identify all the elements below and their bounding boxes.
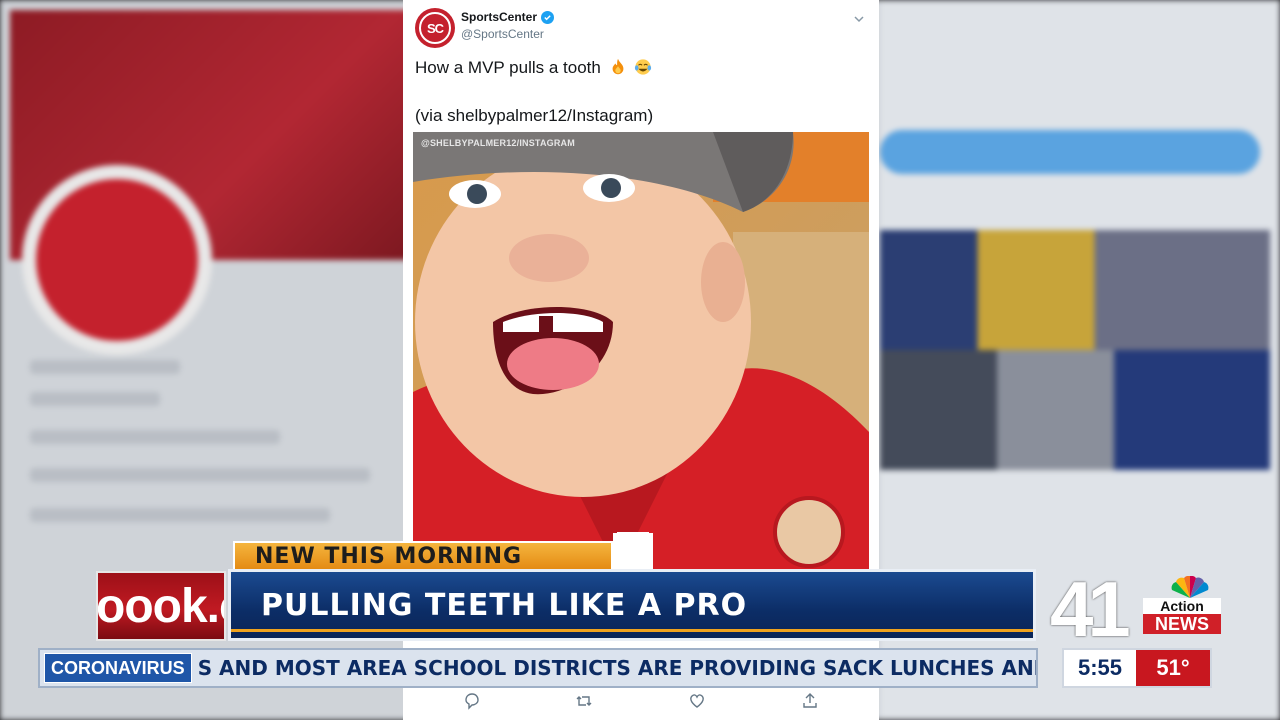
video-frame-image <box>413 132 869 572</box>
station-number: 41 <box>1050 565 1131 653</box>
profile-avatar <box>22 165 212 355</box>
tweet-body: How a MVP pulls a tooth <box>415 58 601 77</box>
station-action-label: Action <box>1143 598 1221 614</box>
like-icon[interactable] <box>688 692 706 710</box>
tweet-text: How a MVP pulls a tooth <box>415 58 652 78</box>
profile-stats-blur <box>30 508 330 522</box>
headline-banner: PULLING TEETH LIKE A PRO <box>228 569 1036 641</box>
verified-badge-icon <box>541 10 555 24</box>
profile-bio-blur <box>30 430 280 444</box>
station-logo: 41 Action NEWS <box>1050 565 1222 653</box>
avatar-logo-text: SC <box>419 12 451 44</box>
station-line2: NEWS <box>1155 613 1209 634</box>
temperature-text: 51° <box>1156 655 1190 680</box>
tweet-action-bar <box>403 690 879 716</box>
tears-of-joy-emoji-icon <box>635 59 652 75</box>
profile-name-blur <box>30 360 180 374</box>
display-name: SportsCenter <box>461 10 538 24</box>
tweet-credit: (via shelbypalmer12/Instagram) <box>415 106 654 125</box>
ticker-text: S AND MOST AREA SCHOOL DISTRICTS ARE PRO… <box>197 656 1036 680</box>
kicker-banner: NEW THIS MORNING <box>233 541 613 569</box>
chevron-down-icon[interactable] <box>853 10 865 29</box>
tweet-video[interactable]: @SHELBYPALMER12/INSTAGRAM <box>413 132 869 572</box>
time-display: 5:55 <box>1064 650 1136 686</box>
signup-button-blur <box>880 130 1260 174</box>
station-line1: Action <box>1160 598 1204 614</box>
profile-meta-blur <box>30 468 370 482</box>
station-news-label: NEWS <box>1143 614 1221 634</box>
tweet-author-handle[interactable]: @SportsCenter <box>461 27 544 41</box>
time-text: 5:55 <box>1077 655 1123 680</box>
news-ticker: CORONAVIRUS S AND MOST AREA SCHOOL DISTR… <box>38 648 1038 688</box>
side-logo-panel: oook.c <box>96 571 226 641</box>
retweet-icon[interactable] <box>575 692 593 710</box>
fire-emoji-icon <box>612 58 623 75</box>
media-grid-blur-2 <box>880 350 1270 470</box>
sportscenter-avatar[interactable]: SC <box>415 8 455 48</box>
ticker-label-text: CORONAVIRUS <box>51 657 185 678</box>
side-logo-text: oook.c <box>96 580 224 633</box>
nbc-peacock-icon <box>1171 576 1209 598</box>
media-watermark: @SHELBYPALMER12/INSTAGRAM <box>421 138 575 148</box>
headline-text: PULLING TEETH LIKE A PRO <box>261 587 748 623</box>
reply-icon[interactable] <box>463 692 481 710</box>
profile-handle-blur <box>30 392 160 406</box>
share-icon[interactable] <box>801 692 819 710</box>
temperature-display: 51° <box>1136 650 1210 686</box>
kicker-end-cap <box>613 533 653 569</box>
tweet-author-name[interactable]: SportsCenter <box>461 10 555 24</box>
time-temperature-box: 5:55 51° <box>1062 648 1212 688</box>
kicker-text: NEW THIS MORNING <box>255 543 523 569</box>
ticker-label: CORONAVIRUS <box>44 653 192 683</box>
